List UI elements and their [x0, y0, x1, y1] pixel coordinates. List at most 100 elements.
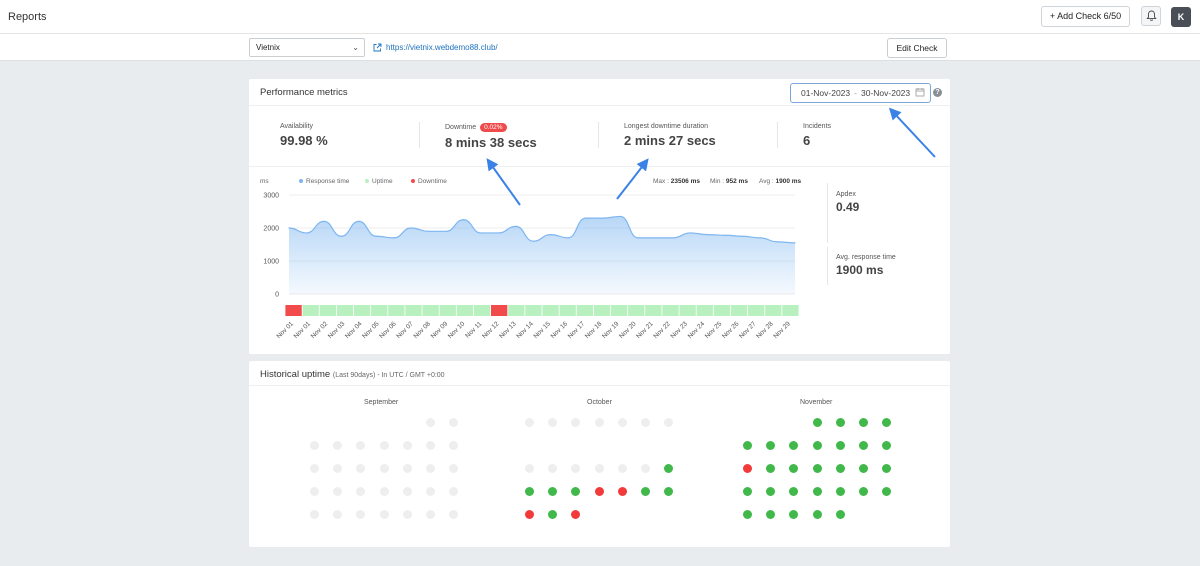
uptime-day-dot[interactable]: [426, 487, 435, 496]
status-cell: [336, 305, 354, 316]
uptime-day-dot[interactable]: [356, 464, 366, 473]
site-select[interactable]: Vietnix ⌄: [249, 38, 365, 57]
uptime-day-dot[interactable]: [617, 418, 627, 427]
uptime-day-dot[interactable]: [617, 464, 627, 473]
uptime-day-dot[interactable]: [789, 487, 799, 496]
uptime-day-dot[interactable]: [882, 418, 892, 427]
avatar[interactable]: K: [1171, 7, 1191, 27]
status-cell: [319, 305, 336, 316]
uptime-day-dot[interactable]: [356, 487, 366, 496]
uptime-day-dot[interactable]: [859, 441, 868, 450]
uptime-day-dot[interactable]: [835, 487, 845, 496]
uptime-day-dot[interactable]: [664, 464, 674, 473]
uptime-day-dot[interactable]: [379, 464, 389, 473]
uptime-day-dot[interactable]: [426, 464, 435, 473]
uptime-day-dot[interactable]: [426, 418, 435, 427]
help-icon[interactable]: ?: [933, 88, 942, 97]
uptime-day-dot[interactable]: [449, 418, 459, 427]
uptime-day-dot[interactable]: [789, 464, 799, 473]
uptime-day-dot[interactable]: [766, 487, 776, 496]
uptime-day-dot[interactable]: [571, 464, 581, 473]
uptime-day-dot[interactable]: [812, 510, 822, 519]
uptime-day-dot[interactable]: [571, 418, 581, 427]
uptime-day-dot[interactable]: [859, 464, 868, 473]
uptime-day-dot[interactable]: [333, 487, 343, 496]
uptime-day-dot[interactable]: [426, 510, 435, 519]
uptime-day-dot[interactable]: [835, 464, 845, 473]
uptime-day-dot[interactable]: [379, 441, 389, 450]
date-range-picker[interactable]: 01-Nov-2023-30-Nov-2023: [790, 83, 931, 103]
uptime-day-dot[interactable]: [882, 487, 892, 496]
uptime-day-dot[interactable]: [882, 441, 892, 450]
uptime-day-dot[interactable]: [882, 464, 892, 473]
downtime-value: 8 mins 38 secs: [445, 135, 537, 150]
uptime-day-dot[interactable]: [449, 441, 459, 450]
uptime-day-dot[interactable]: [859, 418, 868, 427]
uptime-day-dot[interactable]: [766, 441, 776, 450]
uptime-day-dot[interactable]: [812, 441, 822, 450]
uptime-day-dot[interactable]: [766, 510, 776, 519]
notifications-button[interactable]: [1141, 6, 1161, 26]
uptime-day-dot[interactable]: [548, 510, 558, 519]
uptime-day-dot[interactable]: [594, 487, 604, 496]
uptime-day-dot[interactable]: [449, 487, 459, 496]
uptime-day-dot[interactable]: [525, 510, 534, 519]
uptime-day-dot[interactable]: [641, 418, 650, 427]
data-point: [759, 237, 761, 239]
uptime-day-dot[interactable]: [525, 487, 534, 496]
uptime-day-dot[interactable]: [310, 464, 319, 473]
uptime-day-dot[interactable]: [449, 510, 459, 519]
uptime-day-dot[interactable]: [548, 464, 558, 473]
uptime-day-dot[interactable]: [664, 418, 674, 427]
uptime-day-dot[interactable]: [333, 464, 343, 473]
status-cell: [559, 305, 576, 316]
uptime-day-dot[interactable]: [812, 487, 822, 496]
uptime-day-dot[interactable]: [402, 510, 412, 519]
uptime-day-dot[interactable]: [356, 441, 366, 450]
uptime-day-dot[interactable]: [333, 510, 343, 519]
uptime-day-dot[interactable]: [743, 510, 752, 519]
uptime-day-dot[interactable]: [743, 487, 752, 496]
apdex-stat: Apdex 0.49: [836, 191, 859, 214]
uptime-day-dot[interactable]: [812, 464, 822, 473]
uptime-day-dot[interactable]: [356, 510, 366, 519]
uptime-day-dot[interactable]: [743, 441, 752, 450]
uptime-day-dot[interactable]: [664, 487, 674, 496]
uptime-day-dot[interactable]: [333, 441, 343, 450]
uptime-day-dot[interactable]: [310, 510, 319, 519]
uptime-day-dot[interactable]: [426, 441, 435, 450]
uptime-day-dot[interactable]: [835, 418, 845, 427]
uptime-day-dot[interactable]: [641, 487, 650, 496]
uptime-day-dot[interactable]: [379, 487, 389, 496]
uptime-day-dot[interactable]: [402, 487, 412, 496]
uptime-day-dot[interactable]: [548, 418, 558, 427]
uptime-day-dot[interactable]: [310, 441, 319, 450]
uptime-day-dot[interactable]: [310, 487, 319, 496]
uptime-day-dot[interactable]: [789, 510, 799, 519]
uptime-day-dot[interactable]: [525, 464, 534, 473]
uptime-day-dot[interactable]: [789, 441, 799, 450]
site-url-link[interactable]: https://vietnix.webdemo88.club/: [386, 43, 498, 52]
uptime-day-dot[interactable]: [402, 441, 412, 450]
uptime-day-dot[interactable]: [859, 487, 868, 496]
uptime-day-dot[interactable]: [743, 464, 752, 473]
uptime-day-dot[interactable]: [571, 510, 581, 519]
uptime-day-dot[interactable]: [525, 418, 534, 427]
uptime-day-dot[interactable]: [766, 464, 776, 473]
uptime-day-dot[interactable]: [812, 418, 822, 427]
x-tick-label: Nov 09: [430, 320, 450, 340]
uptime-day-dot[interactable]: [449, 464, 459, 473]
uptime-day-dot[interactable]: [571, 487, 581, 496]
uptime-day-dot[interactable]: [402, 464, 412, 473]
uptime-day-dot[interactable]: [641, 464, 650, 473]
uptime-day-dot[interactable]: [835, 441, 845, 450]
add-check-button[interactable]: + Add Check 6/50: [1041, 6, 1130, 27]
uptime-day-dot[interactable]: [594, 464, 604, 473]
divider: [249, 105, 950, 106]
uptime-day-dot[interactable]: [835, 510, 845, 519]
uptime-day-dot[interactable]: [617, 487, 627, 496]
uptime-day-dot[interactable]: [594, 418, 604, 427]
uptime-day-dot[interactable]: [548, 487, 558, 496]
uptime-day-dot[interactable]: [379, 510, 389, 519]
edit-check-button[interactable]: Edit Check: [887, 38, 947, 58]
